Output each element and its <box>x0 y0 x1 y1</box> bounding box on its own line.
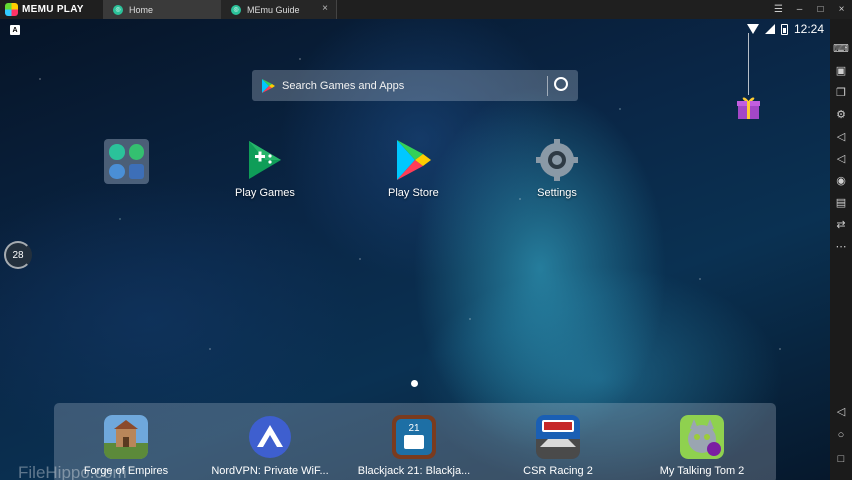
maximize-icon[interactable]: □ <box>810 0 831 19</box>
tab-memu-guide[interactable]: ◎ MEmu Guide × <box>221 0 337 19</box>
volume-up-icon[interactable]: ◁ <box>830 125 852 147</box>
app-play-store[interactable]: Play Store <box>388 139 439 199</box>
dock-app-label: My Talking Tom 2 <box>659 465 745 477</box>
gear-icon[interactable]: ⚙ <box>830 103 852 125</box>
side-toolbar: ⌨ ▣ ❐ ⚙ ◁ ◁ ◉ ▤ ⇄ ⋯ ◁ ○ □ <box>830 19 852 480</box>
memu-tab-icon: ◎ <box>231 4 241 15</box>
signal-icon <box>764 24 775 34</box>
gift-icon[interactable] <box>736 95 761 120</box>
close-window-icon[interactable]: × <box>831 0 852 19</box>
app-label: Play Games <box>235 187 295 199</box>
performance-gauge[interactable]: 28 <box>4 241 32 269</box>
location-icon[interactable]: ◉ <box>830 169 852 191</box>
multi-window-icon[interactable]: ❐ <box>830 81 852 103</box>
talking-tom-icon <box>680 415 724 459</box>
dock-app-csr-racing[interactable]: CSR Racing 2 <box>488 415 628 477</box>
search-icon[interactable] <box>548 70 578 101</box>
memu-tab-icon: ◎ <box>113 4 123 15</box>
tab-label: MEmu Guide <box>247 4 300 15</box>
volume-down-icon[interactable]: ◁ <box>830 147 852 169</box>
dock-app-nordvpn[interactable]: NordVPN: Private WiF... <box>200 415 340 477</box>
rotate-icon[interactable]: ⇄ <box>830 213 852 235</box>
folder-app-icon <box>128 163 144 179</box>
menu-icon[interactable]: ☰ <box>768 0 789 19</box>
folder-icon[interactable]: ▤ <box>830 191 852 213</box>
svg-text:21: 21 <box>408 423 420 434</box>
gift-string <box>748 33 749 95</box>
brand-name: MEMU PLAY <box>22 4 84 15</box>
folder-app-icon <box>109 163 125 179</box>
app-settings[interactable]: Settings <box>535 139 579 199</box>
play-store-icon <box>397 140 432 180</box>
app-play-games[interactable]: Play Games <box>235 139 295 199</box>
dock-app-my-talking-tom[interactable]: My Talking Tom 2 <box>632 415 772 477</box>
android-nav: ◁ ○ □ <box>830 400 852 470</box>
gear-icon <box>536 139 578 181</box>
more-icon[interactable]: ⋯ <box>830 235 852 257</box>
status-icons: 12:24 <box>746 22 824 36</box>
memu-logo-icon <box>5 3 18 16</box>
title-bar: MEMU PLAY ◎ Home ◎ MEmu Guide × ☰ – □ × <box>0 0 852 19</box>
home-icon[interactable]: ○ <box>830 424 852 446</box>
dock-app-blackjack[interactable]: 21 Blackjack 21: Blackja... <box>344 415 484 477</box>
screenshot-icon[interactable]: ▣ <box>830 59 852 81</box>
close-tab-icon[interactable]: × <box>322 3 328 14</box>
blackjack-icon: 21 <box>392 415 436 459</box>
search-bar[interactable]: Search Games and Apps <box>252 70 578 101</box>
app-label: Play Store <box>388 187 439 199</box>
dock-app-label: CSR Racing 2 <box>523 465 593 477</box>
tab-home[interactable]: ◎ Home <box>103 0 221 19</box>
status-bar: A 12:24 <box>0 19 830 41</box>
app-label: Settings <box>537 187 577 199</box>
dock: Forge of Empires NordVPN: Private WiF...… <box>54 403 776 480</box>
nordvpn-icon <box>249 416 291 458</box>
back-icon[interactable]: ◁ <box>830 400 852 422</box>
play-games-icon <box>248 141 281 179</box>
watermark: FileHippo.com <box>18 463 127 480</box>
brand: MEMU PLAY <box>0 0 103 19</box>
window-controls: ☰ – □ × <box>768 0 852 19</box>
dock-app-label: NordVPN: Private WiF... <box>211 465 329 477</box>
forge-of-empires-icon <box>104 415 148 459</box>
google-play-icon <box>262 78 275 93</box>
keyboard-icon[interactable]: ⌨ <box>830 37 852 59</box>
clock: 12:24 <box>793 22 824 36</box>
minimize-icon[interactable]: – <box>789 0 810 19</box>
battery-icon <box>780 23 788 35</box>
folder-app-icon <box>109 144 125 160</box>
notification-badge: A <box>10 25 20 35</box>
page-indicator <box>411 380 418 387</box>
recents-icon[interactable]: □ <box>830 448 852 470</box>
tab-label: Home <box>129 4 154 15</box>
search-placeholder: Search Games and Apps <box>282 79 405 92</box>
csr-racing-icon <box>536 415 580 459</box>
app-folder[interactable] <box>104 139 149 184</box>
android-home-screen: A 12:24 Search Games and Apps Play Games… <box>0 19 830 480</box>
folder-app-icon <box>128 144 144 160</box>
dock-app-label: Blackjack 21: Blackja... <box>357 465 471 477</box>
